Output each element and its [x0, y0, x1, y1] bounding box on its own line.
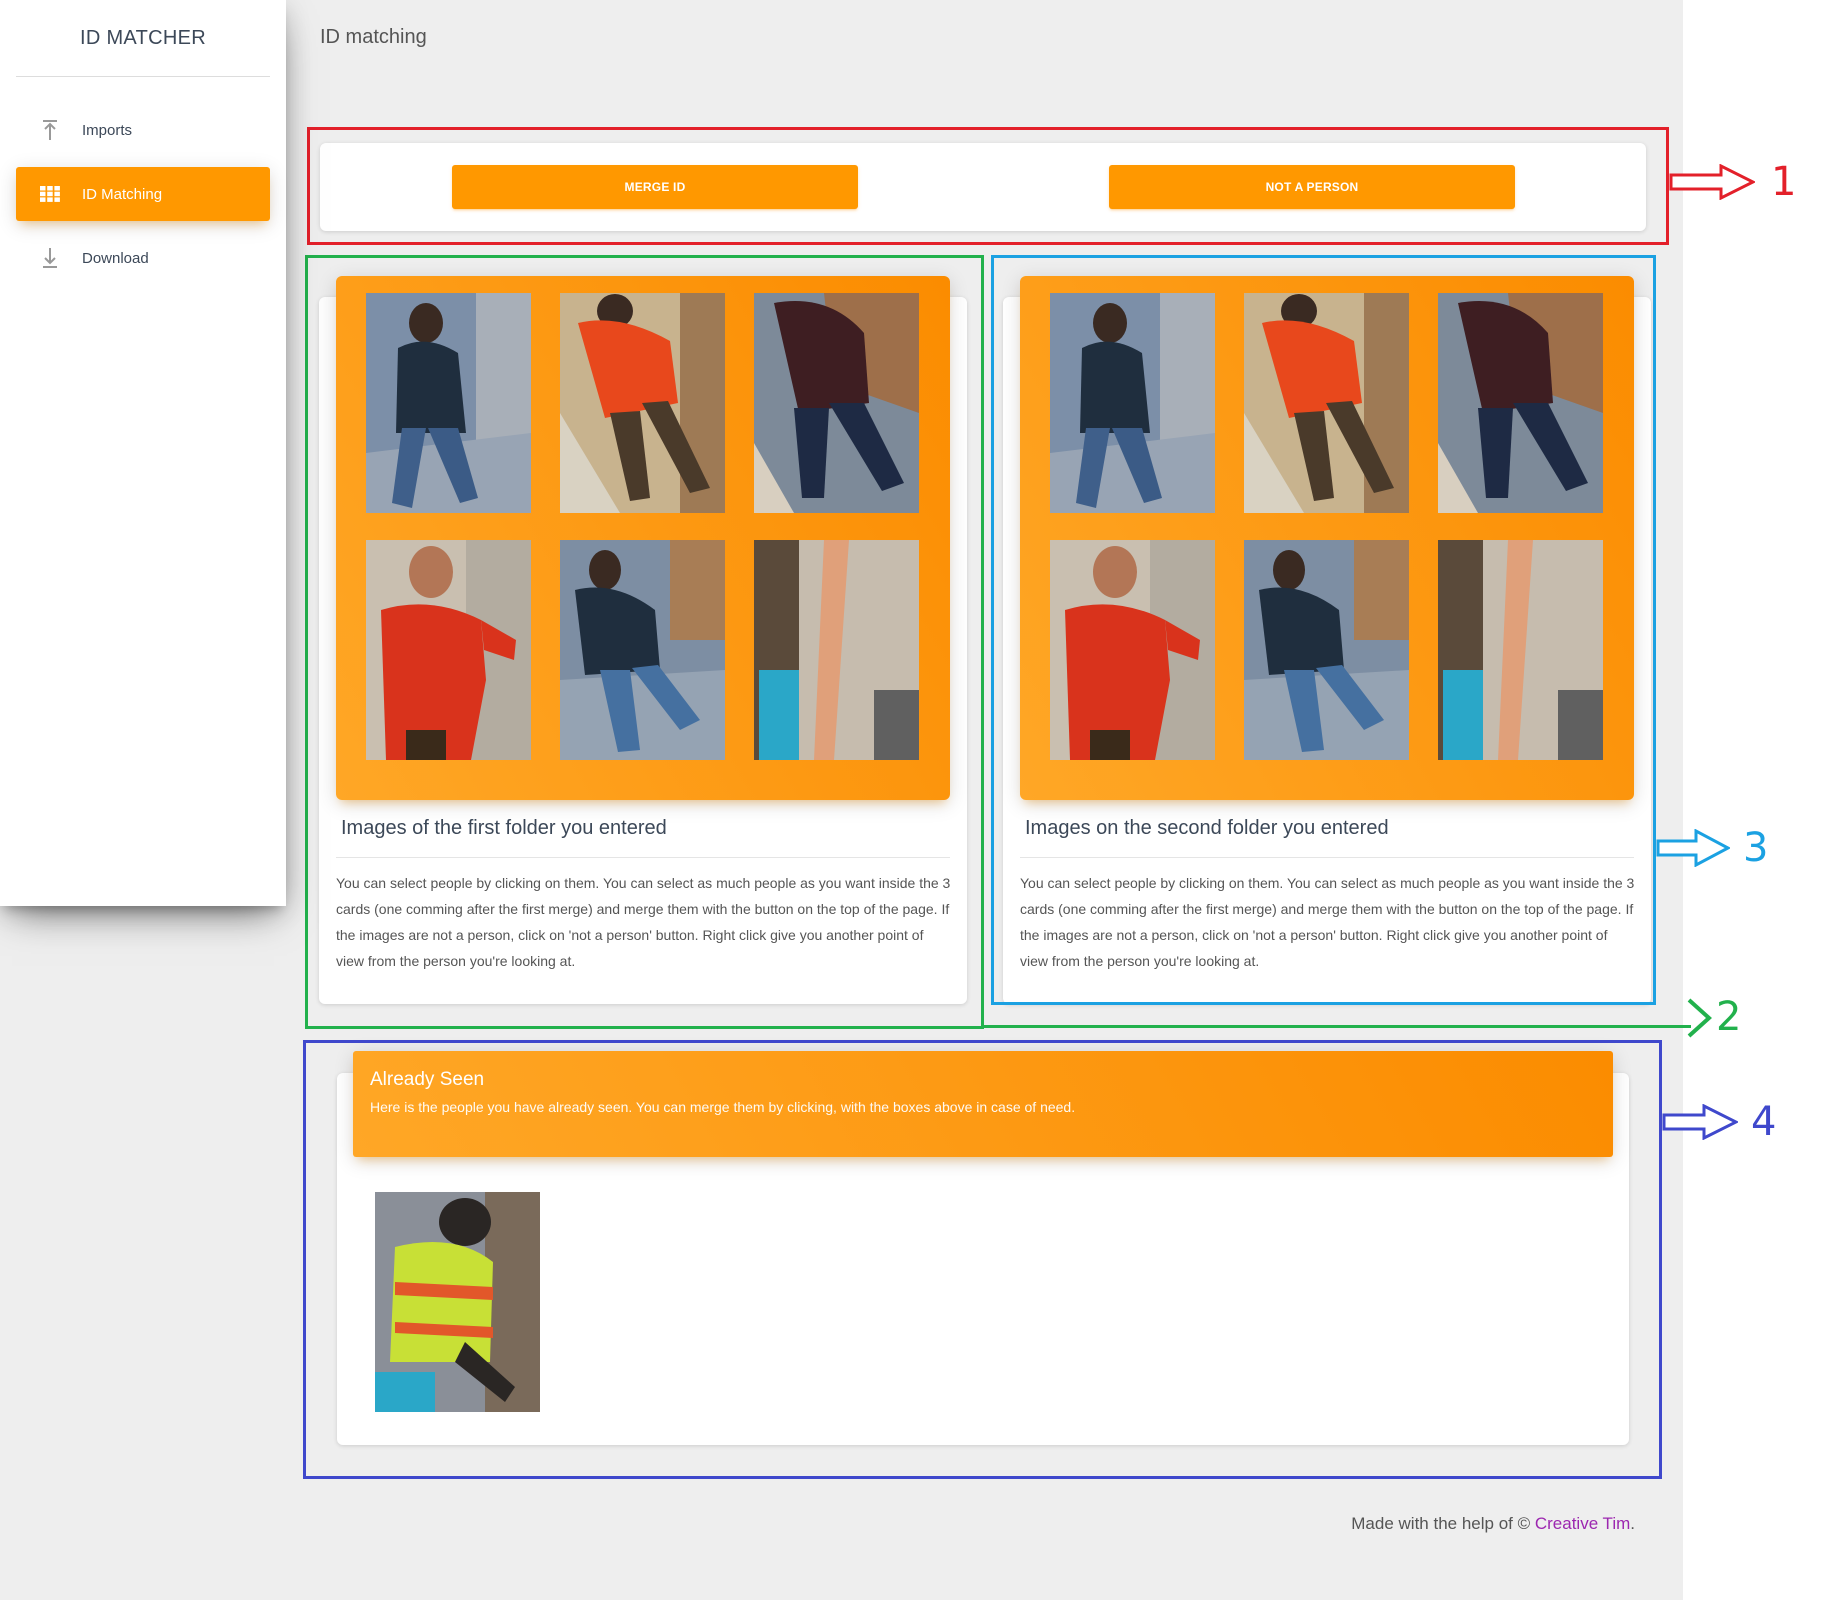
- annotation-label-4: 4: [1751, 1099, 1777, 1145]
- seen-person-thumbnail[interactable]: [375, 1192, 540, 1412]
- footer: Made with the help of © Creative Tim.: [1351, 1514, 1635, 1534]
- person-thumbnail[interactable]: [366, 293, 531, 513]
- person-thumbnail[interactable]: [1050, 293, 1215, 513]
- folder1-title: Images of the first folder you entered: [341, 817, 667, 839]
- divider: [1020, 857, 1634, 858]
- person-thumbnail[interactable]: [560, 293, 725, 513]
- footer-link[interactable]: Creative Tim: [1535, 1514, 1630, 1533]
- person-thumbnail[interactable]: [366, 540, 531, 760]
- upload-icon: [38, 118, 62, 142]
- sidebar-item-imports[interactable]: Imports: [16, 103, 270, 157]
- divider: [336, 857, 950, 858]
- folder1-description: You can select people by clicking on the…: [336, 875, 951, 969]
- folder2-description: You can select people by clicking on the…: [1020, 875, 1635, 969]
- sidebar: ID MATCHER Imports ID Matching Download: [0, 0, 286, 906]
- person-thumbnail[interactable]: [1050, 540, 1215, 760]
- grid-icon: [38, 182, 62, 206]
- annotation-label-1: 1: [1771, 159, 1797, 205]
- merge-id-button[interactable]: MERGE ID: [452, 165, 858, 209]
- chevron-right-icon: [1687, 998, 1712, 1038]
- folder1-image-grid: [336, 276, 950, 800]
- sidebar-item-label: Download: [82, 249, 149, 267]
- folder2-card: Images on the second folder you entered …: [1003, 276, 1651, 1004]
- folder1-card: Images of the first folder you entered Y…: [319, 276, 967, 1004]
- person-thumbnail[interactable]: [754, 293, 919, 513]
- app-background: ID MATCHER Imports ID Matching Download: [0, 0, 1683, 1600]
- sidebar-item-download[interactable]: Download: [16, 231, 270, 285]
- not-a-person-button[interactable]: NOT A PERSON: [1109, 165, 1515, 209]
- person-thumbnail[interactable]: [1438, 540, 1603, 760]
- person-thumbnail[interactable]: [1244, 540, 1409, 760]
- app-logo[interactable]: ID MATCHER: [16, 0, 270, 77]
- already-seen-card: Already Seen Here is the people you have…: [337, 1051, 1629, 1445]
- person-thumbnail[interactable]: [1438, 293, 1603, 513]
- sidebar-item-label: ID Matching: [82, 185, 163, 203]
- annotation-label-3: 3: [1743, 825, 1769, 871]
- person-thumbnail[interactable]: [754, 540, 919, 760]
- folder2-title: Images on the second folder you entered: [1025, 817, 1389, 839]
- annotation-label-2: 2: [1716, 994, 1742, 1040]
- page-title: ID matching: [320, 26, 427, 48]
- footer-suffix: .: [1630, 1514, 1635, 1533]
- already-seen-header: Already Seen Here is the people you have…: [353, 1051, 1613, 1157]
- already-seen-title: Already Seen: [370, 1069, 485, 1090]
- folder2-image-grid: [1020, 276, 1634, 800]
- arrow-icon: [1662, 1104, 1738, 1140]
- footer-prefix: Made with the help of ©: [1351, 1514, 1535, 1533]
- sidebar-item-id-matching[interactable]: ID Matching: [16, 167, 270, 221]
- already-seen-description: Here is the people you have already seen…: [370, 1099, 1076, 1115]
- actions-card: MERGE ID NOT A PERSON: [320, 143, 1646, 231]
- person-thumbnail[interactable]: [1244, 293, 1409, 513]
- arrow-icon: [1656, 829, 1730, 867]
- sidebar-nav: Imports ID Matching Download: [0, 77, 286, 285]
- arrow-icon: [1669, 164, 1755, 200]
- person-thumbnail[interactable]: [560, 540, 725, 760]
- download-icon: [38, 246, 62, 270]
- sidebar-item-label: Imports: [82, 121, 133, 139]
